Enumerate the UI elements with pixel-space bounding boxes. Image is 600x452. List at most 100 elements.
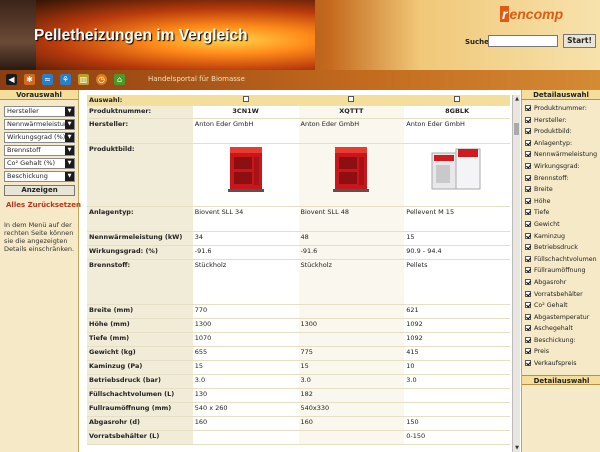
preselection-title: Vorauswahl <box>0 90 78 100</box>
table-row: Nennwärmeleistung (kW) 34 48 15 <box>87 231 510 246</box>
header: Pelletheizungen im Vergleich r encomp Suc… <box>0 0 600 70</box>
scroll-down-arrow-icon[interactable]: ▼ <box>513 444 521 452</box>
checkbox[interactable] <box>525 313 531 320</box>
rencomp-logo[interactable]: r encomp <box>500 6 563 22</box>
fuel-select[interactable]: Brennstoff ▼ <box>4 145 75 156</box>
checkbox[interactable] <box>525 255 531 262</box>
help-text: In dem Menü auf der rechten Seite können… <box>4 221 75 253</box>
checkbox[interactable] <box>525 128 531 135</box>
checkbox[interactable] <box>525 151 531 158</box>
detail-selection-button[interactable]: Detailauswahl <box>522 375 600 385</box>
search-button[interactable]: Start! <box>563 34 596 48</box>
detail-option[interactable]: Hersteller: <box>525 115 600 127</box>
checkbox[interactable] <box>525 209 531 216</box>
detail-option[interactable]: Abgastemperatur <box>525 312 600 324</box>
back-icon[interactable]: ◀ <box>6 74 17 85</box>
detail-option[interactable]: Produktbild: <box>525 126 600 138</box>
fan-icon[interactable]: ⚘ <box>60 74 71 85</box>
detail-selection-sidebar: Detailauswahl Produktnummer: Hersteller:… <box>521 90 600 452</box>
gear-icon[interactable]: ✱ <box>24 74 35 85</box>
table-row: Betriebsdruck (bar) 3.0 3.0 3.0 <box>87 374 510 389</box>
checkbox[interactable] <box>525 348 531 355</box>
pellet-icon[interactable]: ▥ <box>78 74 89 85</box>
checkbox[interactable] <box>525 139 531 146</box>
co2-select[interactable]: Co² Gehalt (%) ▼ <box>4 158 75 169</box>
table-row: Anlagentyp: Biovent SLL 34 Biovent SLL 4… <box>87 206 510 232</box>
detail-option[interactable]: Füllraumöffnung <box>525 265 600 277</box>
detail-option[interactable]: Verkaufspreis <box>525 358 600 370</box>
efficiency-select[interactable]: Wirkungsgrad (%) ▼ <box>4 132 75 143</box>
page-title: Pelletheizungen im Vergleich <box>34 27 248 44</box>
table-row: Füllschachtvolumen (L) 130 182 <box>87 388 510 403</box>
checkbox[interactable] <box>525 174 531 181</box>
detail-selection-title: Detailauswahl <box>522 90 600 100</box>
detail-option[interactable]: Co² Gehalt <box>525 300 600 312</box>
person-photo <box>0 0 36 70</box>
checkbox[interactable] <box>525 267 531 274</box>
detail-option[interactable]: Preis <box>525 346 600 358</box>
detail-option[interactable]: Wirkungsgrad: <box>525 161 600 173</box>
selection-row: Auswahl: <box>87 95 510 106</box>
detail-option[interactable]: Beschickung: <box>525 335 600 347</box>
product-image-pellevent-m-15[interactable] <box>430 145 484 193</box>
checkbox[interactable] <box>525 105 531 111</box>
home-icon[interactable]: ⌂ <box>114 74 125 85</box>
detail-option[interactable]: Kaminzug <box>525 231 600 243</box>
wave-icon[interactable]: ≈ <box>42 74 53 85</box>
search-input[interactable] <box>488 35 558 47</box>
detail-option[interactable]: Brennstoff: <box>525 173 600 185</box>
selection-label: Auswahl: <box>87 95 193 106</box>
show-button[interactable]: Anzeigen <box>4 185 75 196</box>
chevron-down-icon: ▼ <box>65 133 74 142</box>
checkbox[interactable] <box>525 197 531 204</box>
detail-option[interactable]: Vorratsbehälter <box>525 289 600 301</box>
table-row: Höhe (mm) 1300 1300 1092 <box>87 318 510 333</box>
checkbox[interactable] <box>525 186 531 193</box>
detail-option[interactable]: Anlagentyp: <box>525 138 600 150</box>
detail-option[interactable]: Breite <box>525 184 600 196</box>
detail-option[interactable]: Höhe <box>525 196 600 208</box>
checkbox[interactable] <box>525 220 531 227</box>
checkbox[interactable] <box>525 162 531 169</box>
detail-option[interactable]: Füllschachtvolumen <box>525 254 600 266</box>
checkbox[interactable] <box>525 232 531 239</box>
chevron-down-icon: ▼ <box>65 107 74 116</box>
table-row: Abgasrohr (d) 160 160 150 <box>87 416 510 431</box>
manufacturer-select[interactable]: Hersteller ▼ <box>4 106 75 117</box>
table-row: Vorratsbehälter (L) 0-150 <box>87 430 510 445</box>
checkbox[interactable] <box>525 116 531 123</box>
checkbox[interactable] <box>525 336 531 343</box>
detail-option[interactable]: Produktnummer: <box>525 103 600 115</box>
detail-option[interactable]: Tiefe <box>525 207 600 219</box>
scroll-up-arrow-icon[interactable]: ▲ <box>513 95 521 103</box>
main-scrollbar[interactable]: ▲ ▼ <box>512 95 520 452</box>
detail-option[interactable]: Gewicht <box>525 219 600 231</box>
detail-option[interactable]: Betriebsdruck <box>525 242 600 254</box>
table-row: Kaminzug (Pa) 15 15 10 <box>87 360 510 375</box>
chevron-down-icon: ▼ <box>65 172 74 181</box>
detail-option[interactable]: Nennwärmeleistung <box>525 149 600 161</box>
product-image-biovent-sll-34[interactable] <box>224 145 268 193</box>
detail-option[interactable]: Abgasrohr <box>525 277 600 289</box>
select-product-1-checkbox[interactable] <box>242 96 249 102</box>
checkbox[interactable] <box>525 325 531 332</box>
checkbox[interactable] <box>525 302 531 309</box>
timer-icon[interactable]: ◷ <box>96 74 107 85</box>
power-select[interactable]: Nennwärmeleistung (k ▼ <box>4 119 75 130</box>
select-product-2-checkbox[interactable] <box>348 96 355 102</box>
feeding-select[interactable]: Beschickung ▼ <box>4 171 75 182</box>
select-product-3-checkbox[interactable] <box>454 96 461 102</box>
table-row: Breite (mm) 770 621 <box>87 304 510 319</box>
chevron-down-icon: ▼ <box>65 146 74 155</box>
scrollbar-thumb[interactable] <box>514 123 519 135</box>
checkbox[interactable] <box>525 290 531 297</box>
preselection-sidebar: Vorauswahl Hersteller ▼ Nennwärmeleistung… <box>0 90 81 452</box>
checkbox[interactable] <box>525 244 531 251</box>
checkbox[interactable] <box>525 360 531 367</box>
reset-all-link[interactable]: Alles Zurücksetzen <box>6 201 81 209</box>
comparison-area: Auswahl: Produktnummer: 3CN1W XQTTT 8GBL… <box>87 95 510 452</box>
detail-option[interactable]: Aschegehalt <box>525 323 600 335</box>
chevron-down-icon: ▼ <box>65 159 74 168</box>
product-image-biovent-sll-48[interactable] <box>329 145 373 193</box>
checkbox[interactable] <box>525 278 531 285</box>
